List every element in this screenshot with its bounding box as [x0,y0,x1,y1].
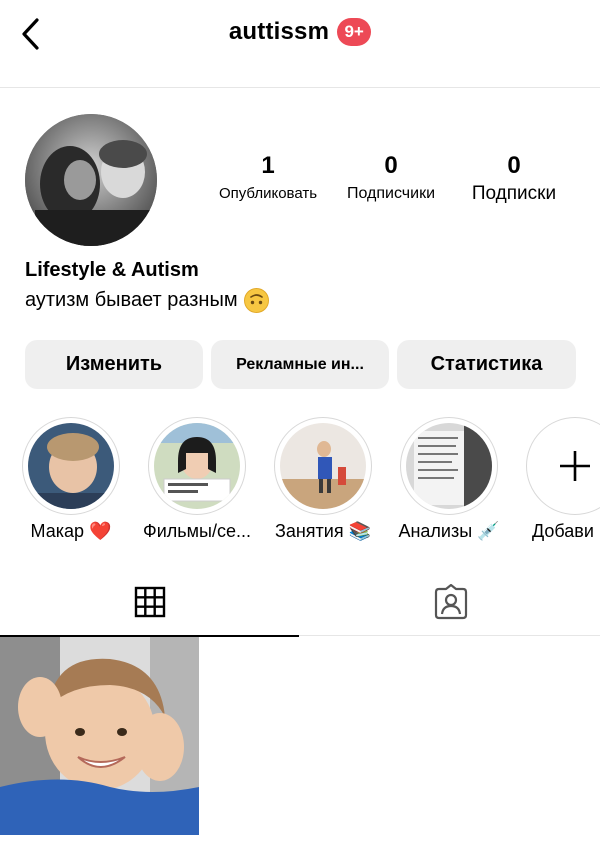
stat-followers[interactable]: 0 Подписчики [336,152,446,206]
highlight-makar-cover [28,423,114,509]
stat-following-count: 0 [507,152,521,179]
highlight-makar[interactable] [22,417,120,515]
profile-tabs [0,568,600,637]
top-bar: auttissm 9+ [0,0,600,88]
highlight-lessons-label: Занятия 📚 [274,521,372,541]
highlight-tests[interactable] [400,417,498,515]
profile-avatar[interactable] [25,114,157,246]
profile-bio: аутизм бывает разным [25,288,269,313]
stat-posts-label: Опубликовать [218,185,318,202]
highlight-lessons[interactable] [274,417,372,515]
stat-posts[interactable]: 1 Опубликовать [212,152,324,206]
grid-icon [134,586,165,618]
highlight-tests-cover [406,423,492,509]
tab-posts-grid[interactable] [0,568,299,637]
profile-name: Lifestyle & Autism [25,259,199,281]
tagged-person-icon [434,584,467,620]
highlight-add-label: Добави [532,521,594,541]
upside-down-face-emoji-icon [243,288,269,313]
stat-posts-count: 1 [261,152,275,179]
stat-followers-label: Подписчики [346,185,435,202]
stat-following[interactable]: 0 Подписки [460,152,568,206]
notification-badge[interactable]: 9+ [337,18,372,46]
avatar-photo [25,114,157,246]
post-thumbnail[interactable] [0,637,199,835]
highlight-tests-label: Анализы 💉 [398,521,500,541]
post-photo [0,637,199,835]
stat-followers-count: 0 [384,152,398,179]
highlight-films-label: Фильмы/се... [143,521,251,541]
plus-icon [560,451,590,481]
stat-following-label: Подписки [471,183,557,204]
ad-tools-button[interactable]: Рекламные ин... [211,340,389,389]
highlight-lessons-cover [280,423,366,509]
profile-username[interactable]: auttissm [229,18,329,46]
highlight-makar-label: Макар ❤️ [30,521,112,541]
profile-bio-text: аутизм бывает разным [25,289,238,311]
highlight-add-new[interactable] [526,417,600,515]
highlight-films-cover [154,423,240,509]
insights-button[interactable]: Статистика [397,340,576,389]
edit-profile-button[interactable]: Изменить [25,340,203,389]
tab-tagged[interactable] [301,568,600,636]
highlight-films[interactable] [148,417,246,515]
